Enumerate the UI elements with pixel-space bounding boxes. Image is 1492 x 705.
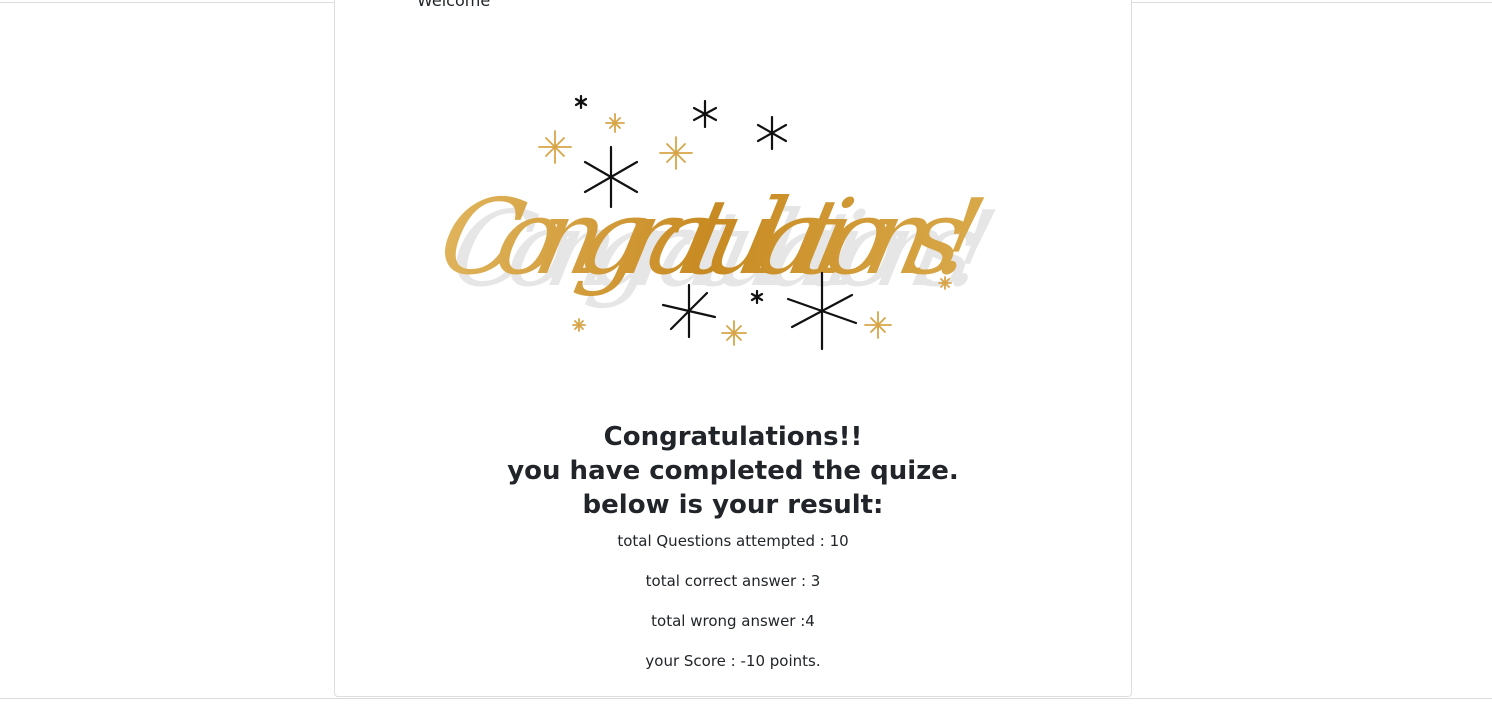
total-correct-text: total correct answer : 3 bbox=[645, 572, 821, 590]
total-wrong-text: total wrong answer :4 bbox=[651, 612, 815, 630]
result-heading: Congratulations!! you have completed the… bbox=[335, 420, 1131, 522]
heading-congratulations: Congratulations!! bbox=[603, 422, 863, 452]
bottom-divider bbox=[0, 698, 1492, 699]
result-stats: total Questions attempted : 10 total cor… bbox=[335, 530, 1131, 690]
page: Welcome Congratulations! Congratulations… bbox=[0, 0, 1492, 705]
total-attempted-text: total Questions attempted : 10 bbox=[617, 532, 849, 550]
congratulations-banner-image: Congratulations! Congratulations! bbox=[435, 94, 1007, 351]
banner-script-text: Congratulations! bbox=[435, 176, 996, 298]
welcome-text: Welcome bbox=[417, 0, 491, 10]
heading-result-intro: below is your result: bbox=[582, 490, 884, 520]
result-card: Welcome Congratulations! Congratulations… bbox=[334, 0, 1132, 697]
score-text: your Score : -10 points. bbox=[645, 652, 821, 670]
heading-completed: you have completed the quize. bbox=[507, 456, 959, 486]
